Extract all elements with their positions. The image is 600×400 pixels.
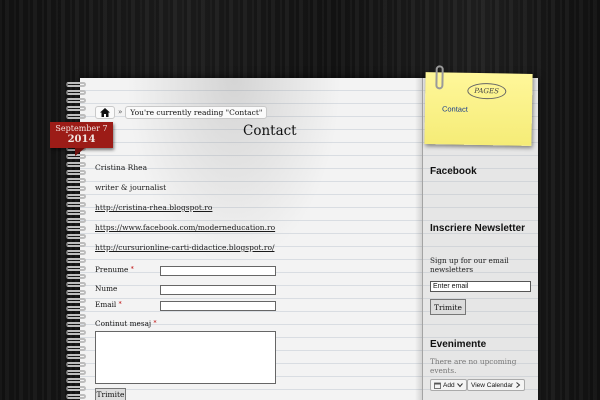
- email-label-text: Email: [95, 300, 117, 309]
- spiral-ring: [66, 90, 86, 95]
- sticky-note-menu: PAGES Contact: [424, 65, 533, 146]
- page-content: Cristina Rhea writer & journalist http:/…: [95, 163, 275, 263]
- spiral-ring: [66, 162, 86, 167]
- spiral-ring: [66, 202, 86, 207]
- view-calendar-label: View Calendar: [471, 381, 514, 389]
- spiral-ring: [66, 386, 86, 391]
- message-textarea[interactable]: [95, 331, 276, 384]
- paperclip-icon: [435, 65, 444, 90]
- newsletter-heading: Inscriere Newsletter: [430, 223, 526, 234]
- menu-link-contact[interactable]: Contact: [442, 104, 468, 113]
- newsletter-text: Sign up for our email newsletters: [430, 256, 509, 274]
- notebook-spine: [415, 78, 423, 400]
- spiral-ring: [66, 250, 86, 255]
- chevron-down-icon: [456, 383, 463, 388]
- author-name: Cristina Rhea: [95, 163, 148, 172]
- date-month-day: September 7: [55, 124, 108, 133]
- spiral-ring: [66, 330, 86, 335]
- required-mark: *: [153, 320, 157, 327]
- spiral-ring: [66, 314, 86, 319]
- submit-button[interactable]: Trimite: [95, 388, 126, 400]
- spiral-ring: [66, 194, 86, 199]
- prenume-label: Prenume *: [95, 265, 134, 274]
- spiral-ring: [66, 306, 86, 311]
- spiral-ring: [66, 298, 86, 303]
- home-icon: [100, 107, 110, 117]
- date-year: 2014: [67, 134, 96, 145]
- spiral-ring: [66, 242, 86, 247]
- spiral-ring: [66, 98, 86, 103]
- spiral-ring: [66, 338, 86, 343]
- spiral-ring: [66, 354, 86, 359]
- events-heading: Evenimente: [430, 339, 487, 350]
- spiral-ring: [66, 178, 86, 183]
- chevron-right-icon: [516, 382, 521, 388]
- spiral-ring: [66, 274, 86, 279]
- newsletter-submit-button[interactable]: Trimite: [430, 299, 466, 315]
- spiral-ring: [66, 210, 86, 215]
- blog-link[interactable]: http://cristina-rhea.blogspot.ro: [95, 203, 212, 212]
- facebook-link[interactable]: https://www.facebook.com/moderneducation…: [95, 223, 275, 232]
- spiral-ring: [66, 234, 86, 239]
- author-role: writer & journalist: [95, 183, 167, 192]
- spiral-ring: [66, 290, 86, 295]
- nume-field[interactable]: [160, 285, 276, 295]
- calendar-icon: [434, 382, 441, 389]
- home-link[interactable]: [95, 105, 115, 119]
- date-ribbon: September 7 2014: [50, 122, 113, 148]
- spiral-ring: [66, 218, 86, 223]
- spiral-ring: [66, 266, 86, 271]
- prenume-field[interactable]: [160, 266, 276, 276]
- message-label: Continut mesaj *: [95, 319, 157, 328]
- page-title: Contact: [243, 123, 297, 139]
- events-empty-text: There are no upcoming events.: [430, 357, 517, 375]
- breadcrumb-current-text: You're currently reading "Contact": [130, 107, 263, 117]
- email-label: Email *: [95, 300, 122, 309]
- message-label-text: Continut mesaj: [95, 319, 152, 328]
- nume-label-text: Nume: [95, 284, 118, 293]
- email-field[interactable]: [160, 301, 276, 311]
- required-mark: *: [130, 266, 134, 273]
- add-label: Add: [443, 381, 455, 389]
- spiral-ring: [66, 282, 86, 287]
- view-calendar-button[interactable]: View Calendar: [467, 379, 526, 391]
- spiral-ring: [66, 106, 86, 111]
- spiral-ring: [66, 226, 86, 231]
- spiral-ring: [66, 346, 86, 351]
- breadcrumb-current: You're currently reading "Contact": [125, 105, 268, 119]
- spiral-ring: [66, 362, 86, 367]
- spiral-ring: [66, 370, 86, 375]
- nume-label: Nume: [95, 284, 117, 293]
- spiral-ring: [66, 186, 86, 191]
- ribbon-tail: [75, 148, 85, 156]
- spiral-ring: [66, 82, 86, 87]
- breadcrumb: » You're currently reading "Contact": [95, 105, 268, 119]
- spiral-ring: [66, 258, 86, 263]
- required-mark: *: [118, 301, 122, 308]
- spiral-ring: [66, 322, 86, 327]
- pages-logo: PAGES: [467, 82, 507, 100]
- spiral-ring: [66, 170, 86, 175]
- prenume-label-text: Prenume: [95, 265, 129, 274]
- add-event-button[interactable]: Add: [430, 379, 467, 391]
- spiral-ring: [66, 114, 86, 119]
- newsletter-email-input[interactable]: Enter email: [430, 281, 531, 292]
- facebook-heading: Facebook: [430, 166, 477, 177]
- spiral-ring: [66, 394, 86, 399]
- breadcrumb-separator: »: [118, 108, 123, 116]
- spiral-ring: [66, 378, 86, 383]
- courses-link[interactable]: http://cursurionline-carti-didactice.blo…: [95, 243, 274, 252]
